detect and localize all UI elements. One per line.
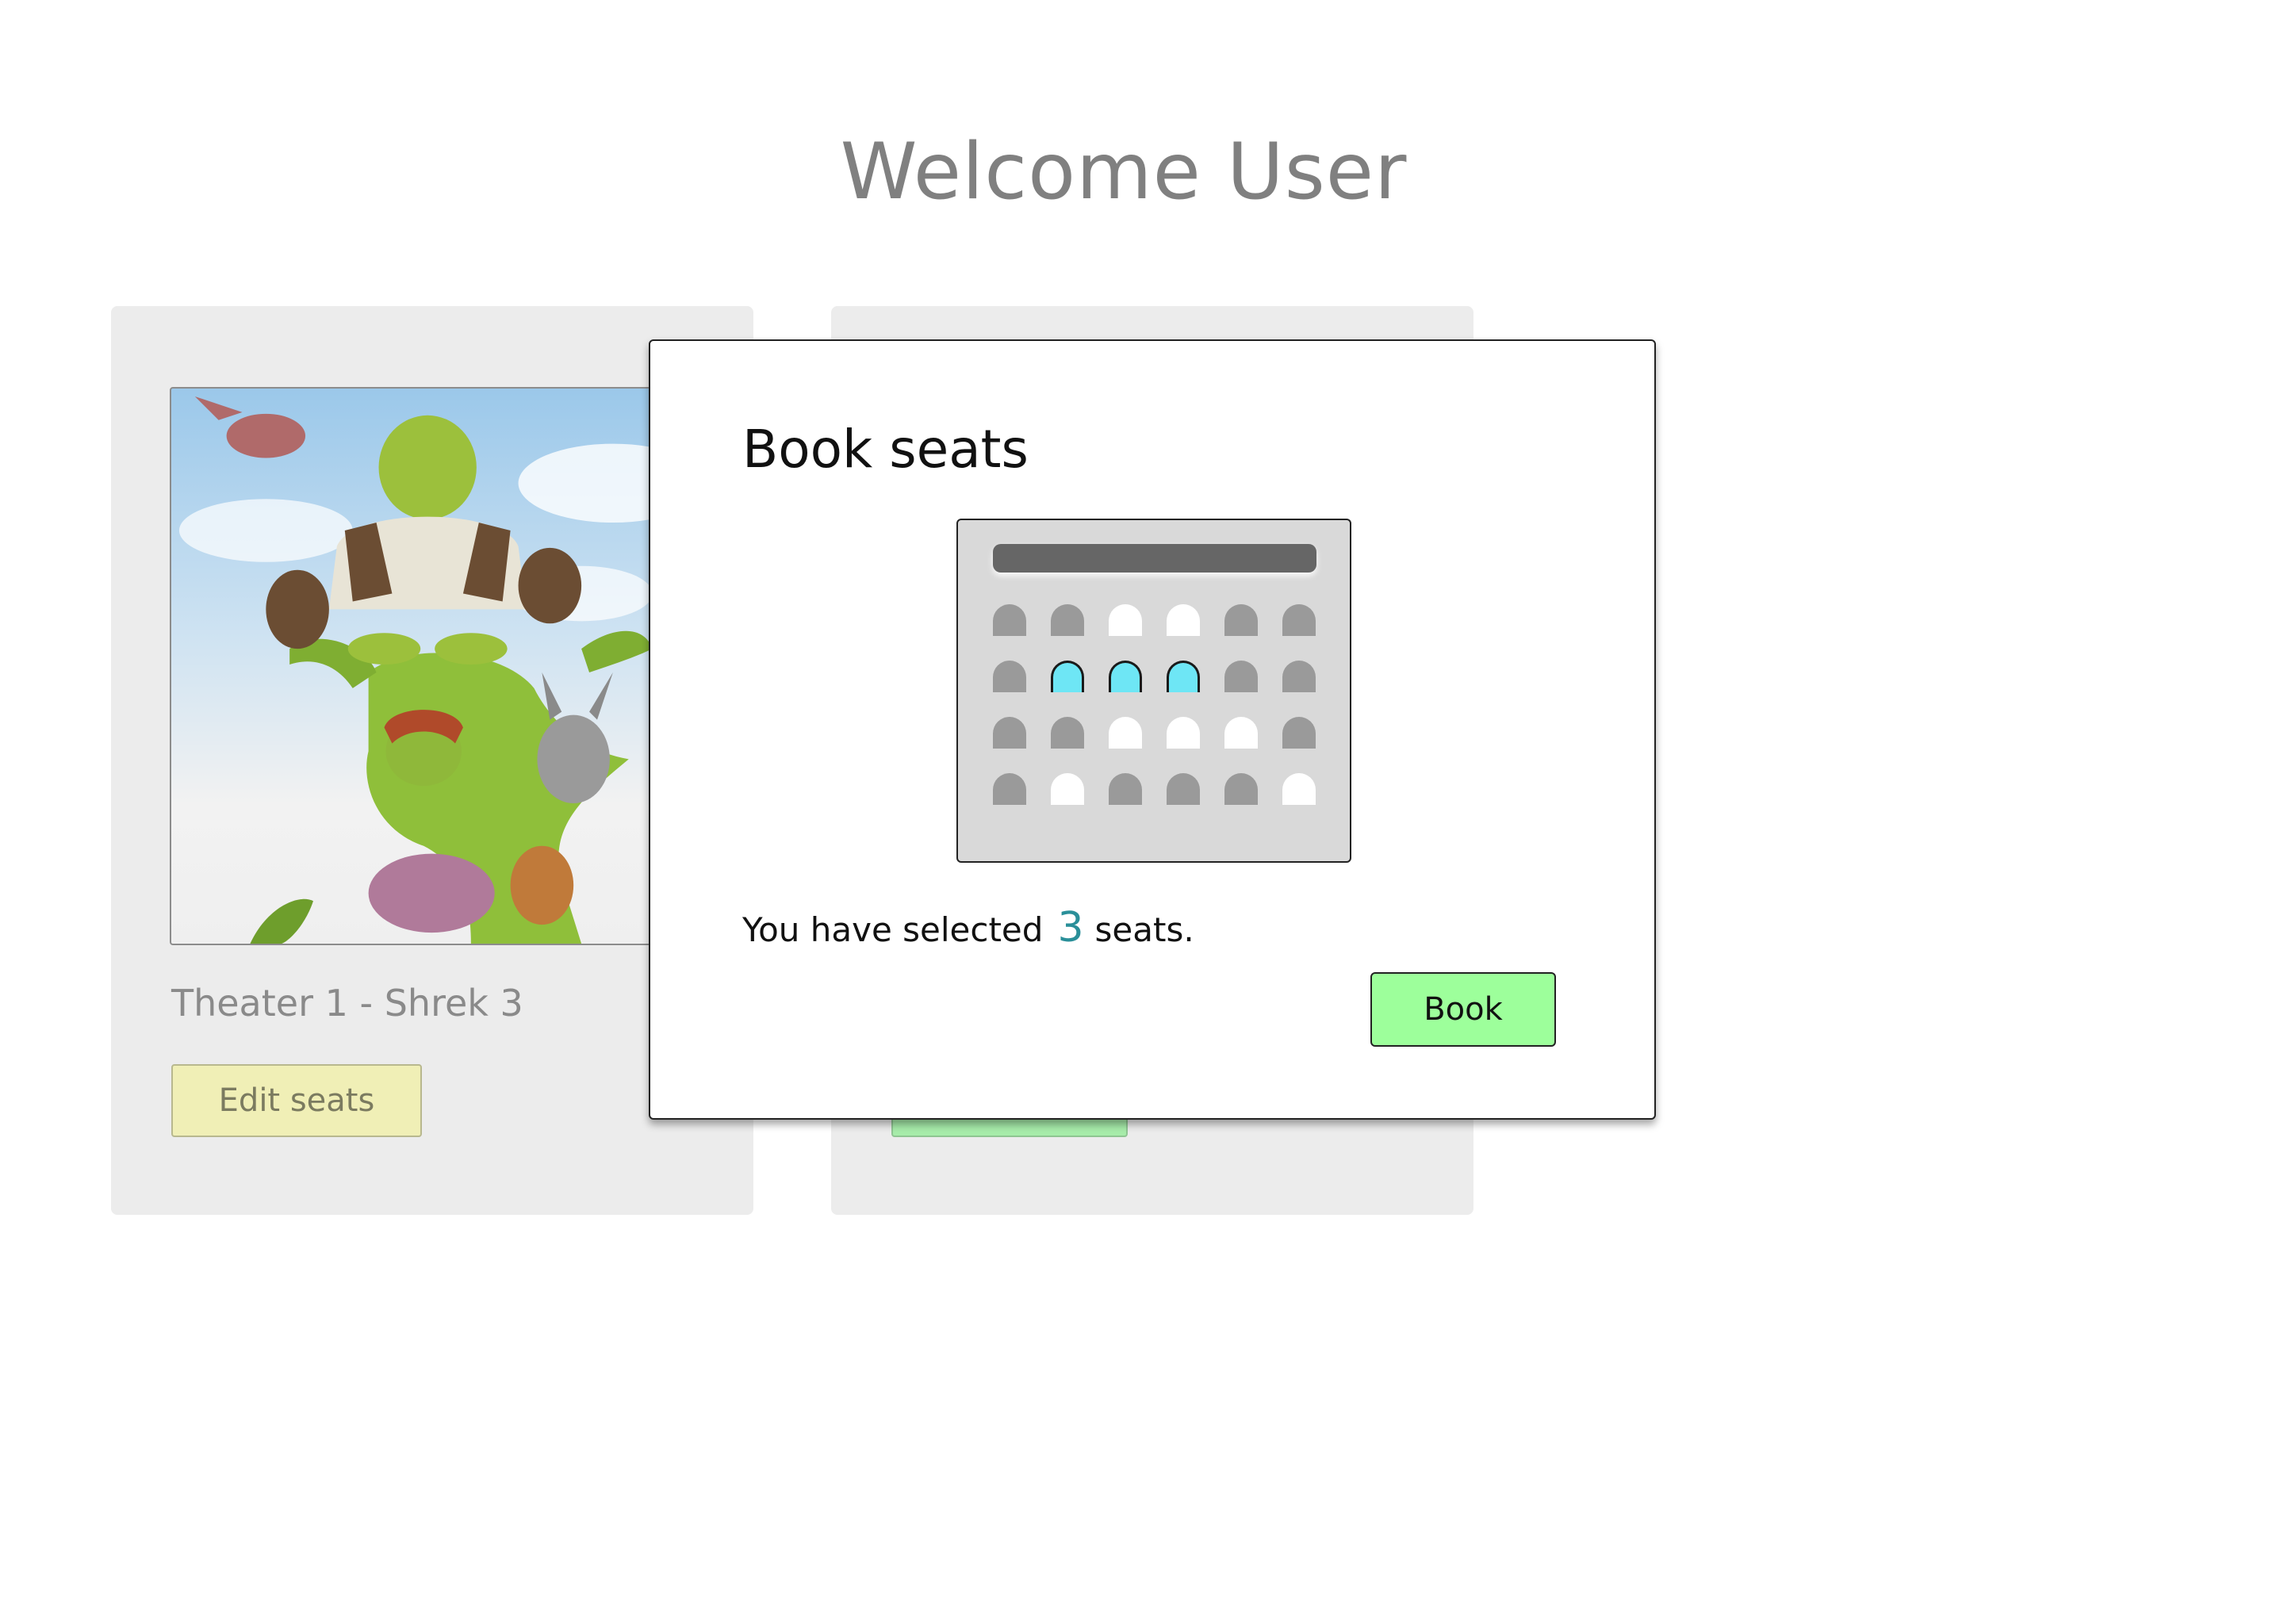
- seat-selected[interactable]: [1051, 661, 1084, 692]
- seat-taken: [1051, 604, 1084, 636]
- seat-free[interactable]: [1224, 717, 1258, 749]
- card-title: Theater 1 - Shrek 3: [171, 982, 523, 1025]
- seat-free[interactable]: [1109, 717, 1142, 749]
- seat-taken: [1282, 661, 1316, 692]
- seat-taken: [1109, 773, 1142, 805]
- seat-taken: [1051, 717, 1084, 749]
- seat-selected[interactable]: [1109, 661, 1142, 692]
- selected-count: 3: [1057, 904, 1084, 952]
- seat-taken: [1167, 773, 1200, 805]
- seat-taken: [1224, 604, 1258, 636]
- seat-taken: [1224, 773, 1258, 805]
- selection-prefix: You have selected: [742, 910, 1044, 949]
- cinema-screen: [993, 544, 1316, 573]
- seat-map: [956, 519, 1351, 863]
- seat-taken: [1282, 604, 1316, 636]
- dialog-title: Book seats: [742, 419, 1029, 480]
- seat-taken: [993, 661, 1026, 692]
- book-button[interactable]: Book: [1370, 972, 1556, 1047]
- edit-seats-button[interactable]: Edit seats: [171, 1064, 422, 1137]
- seat-taken: [993, 773, 1026, 805]
- seat-free[interactable]: [1109, 604, 1142, 636]
- selection-summary: You have selected 3 seats.: [742, 904, 1194, 952]
- page: Welcome User Theater 1 - Shrek 3 Edit se…: [0, 0, 2284, 1624]
- selection-suffix: seats.: [1094, 910, 1194, 949]
- seat-taken: [993, 604, 1026, 636]
- page-title: Welcome User: [840, 127, 1408, 217]
- seat-free[interactable]: [1282, 773, 1316, 805]
- seat-free[interactable]: [1167, 717, 1200, 749]
- seat-taken: [993, 717, 1026, 749]
- seat-selected[interactable]: [1167, 661, 1200, 692]
- seat-taken: [1282, 717, 1316, 749]
- seat-taken: [1224, 661, 1258, 692]
- book-seats-dialog: Book seats You have selected 3 seats. Book: [649, 339, 1656, 1120]
- seat-free[interactable]: [1167, 604, 1200, 636]
- seat-free[interactable]: [1051, 773, 1084, 805]
